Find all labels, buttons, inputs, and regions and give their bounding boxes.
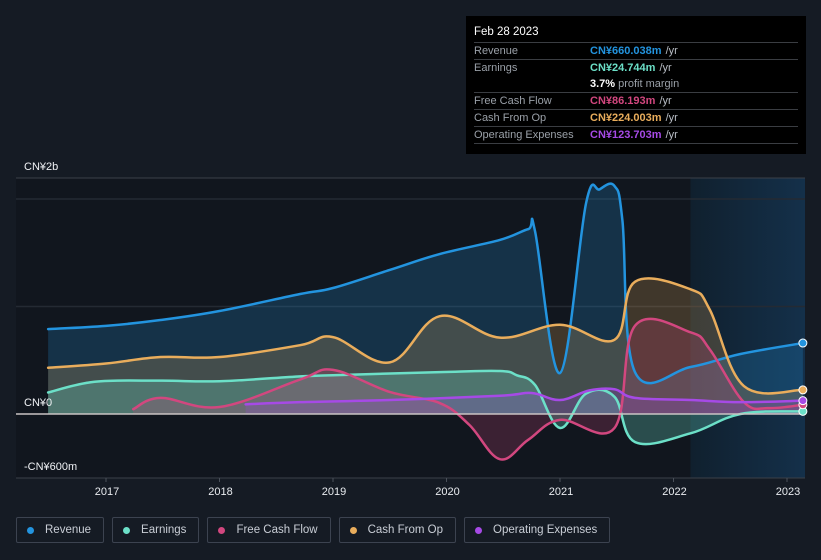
legend-item-revenue[interactable]: Revenue [16,517,105,543]
legend-label: Earnings [141,524,187,536]
tooltip-label: Free Cash Flow [474,95,552,107]
tooltip-value: CN¥224.003m [590,112,662,124]
legend: Revenue Earnings Free Cash Flow Cash Fro… [16,517,611,543]
legend-item-earnings[interactable]: Earnings [112,517,200,543]
tooltip-value: CN¥86.193m [590,95,656,107]
revenue-dot-icon [27,526,34,534]
tooltip-panel: Feb 28 2023 Revenue CN¥660.038m /yr Earn… [466,16,806,154]
x-tick-label-2023: 2023 [776,486,800,498]
profit-margin-value: 3.7% [590,78,616,90]
tooltip-label: Revenue [474,45,519,57]
legend-item-operating-expenses[interactable]: Operating Expenses [464,517,611,543]
y-tick-label-neg600m: -CN¥600m [24,461,77,473]
y-tick-label-0: CN¥0 [24,397,52,409]
tooltip-unit: /yr [659,95,672,107]
revenue-end-dot [798,338,808,348]
legend-label: Operating Expenses [493,524,598,536]
legend-item-cash-from-op[interactable]: Cash From Op [338,517,457,543]
tooltip-value: CN¥660.038m [590,45,662,57]
tooltip-label: Earnings [474,62,518,74]
tooltip-unit: /yr [665,129,678,141]
legend-item-free-cash-flow[interactable]: Free Cash Flow [207,517,331,543]
tooltip-row-free-cash-flow: Free Cash Flow CN¥86.193m /yr [474,92,798,109]
tooltip-label [474,76,590,92]
tooltip-date: Feb 28 2023 [474,26,539,38]
tooltip-label: Operating Expenses [474,129,574,141]
x-tick-label-2019: 2019 [322,486,346,498]
operating-expenses-dot-icon [475,526,483,534]
tooltip-label: Cash From Op [474,112,547,124]
operating-expenses-end-dot [798,396,808,406]
profit-margin-text: profit margin [618,78,680,90]
tooltip-row-earnings: Earnings CN¥24.744m /yr [474,59,798,76]
tooltip-unit: /yr [665,45,678,57]
earnings-dot-icon [123,526,131,534]
legend-label: Revenue [45,524,92,536]
x-tick-label-2020: 2020 [435,486,459,498]
x-tick-label-2018: 2018 [208,486,232,498]
legend-label: Cash From Op [367,524,444,536]
tooltip-row-cash-from-op: Cash From Op CN¥224.003m /yr [474,109,798,126]
x-tick-label-2017: 2017 [95,486,119,498]
tooltip-unit: /yr [659,62,672,74]
tooltip-row-operating-expenses: Operating Expenses CN¥123.703m /yr [474,126,798,144]
cash-from-op-end-dot [798,385,808,395]
tooltip-unit: /yr [665,112,678,124]
x-tick-label-2021: 2021 [549,486,573,498]
cash-from-op-dot-icon [349,526,357,534]
tooltip-row-profit-margin: 3.7% profit margin [474,76,798,92]
tooltip-row-revenue: Revenue CN¥660.038m /yr [474,42,798,59]
tooltip-value: CN¥24.744m [590,62,656,74]
x-tick-label-2022: 2022 [662,486,686,498]
legend-label: Free Cash Flow [236,524,318,536]
y-tick-label-2b: CN¥2b [24,161,58,173]
tooltip-value: CN¥123.703m [590,129,662,141]
free-cash-flow-dot-icon [218,526,226,534]
